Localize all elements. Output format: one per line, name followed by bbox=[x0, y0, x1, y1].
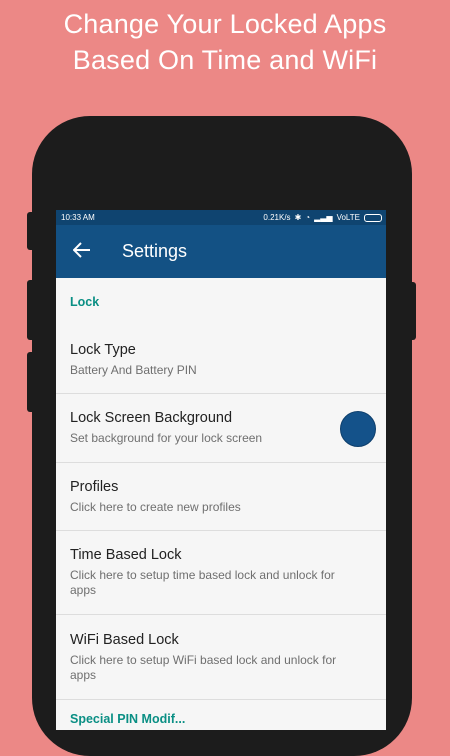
status-bar: 10:33 AM 0.21K/s ✱ ◔ ▂▃▅ VoLTE bbox=[56, 210, 386, 225]
promo-headline: Change Your Locked Apps Based On Time an… bbox=[0, 6, 450, 78]
app-bar: Settings bbox=[56, 225, 386, 278]
phone-side-button bbox=[27, 280, 35, 340]
item-subtitle: Set background for your lock screen bbox=[70, 431, 263, 445]
settings-item-lock-screen-background[interactable]: Lock Screen Background Set background fo… bbox=[56, 394, 386, 463]
settings-item-lock-type[interactable]: Lock Type Battery And Battery PIN bbox=[56, 326, 386, 394]
settings-item-profiles[interactable]: Profiles Click here to create new profil… bbox=[56, 463, 386, 531]
phone-screen: 10:33 AM 0.21K/s ✱ ◔ ▂▃▅ VoLTE Settings … bbox=[56, 210, 386, 730]
settings-item-wifi-based-lock[interactable]: WiFi Based Lock Click here to setup WiFi… bbox=[56, 615, 386, 700]
item-title: Lock Type bbox=[70, 341, 136, 358]
color-swatch[interactable] bbox=[340, 411, 376, 447]
item-title: Lock Screen Background bbox=[70, 410, 233, 426]
settings-list: Lock Lock Type Battery And Battery PIN L… bbox=[56, 278, 386, 730]
network-type: VoLTE bbox=[336, 213, 360, 222]
promo-line-2: Based On Time and WiFi bbox=[72, 45, 378, 75]
bluetooth-icon: ✱ bbox=[294, 213, 302, 222]
promo-line-1: Change Your Locked Apps bbox=[63, 9, 387, 39]
category-lock-header: Lock bbox=[70, 295, 100, 309]
item-subtitle: Battery And Battery PIN bbox=[70, 362, 197, 377]
category-special-pin-header: Special PIN Modif... bbox=[70, 712, 186, 726]
signal-icon: ▂▃▅ bbox=[314, 213, 333, 222]
item-subtitle: Click here to setup time based lock and … bbox=[70, 568, 335, 597]
battery-icon bbox=[364, 213, 382, 222]
item-title: Profiles bbox=[70, 478, 119, 495]
phone-side-button bbox=[27, 212, 35, 250]
phone-side-button bbox=[408, 282, 416, 340]
phone-side-button bbox=[27, 352, 35, 412]
arrow-left-icon[interactable] bbox=[56, 241, 108, 262]
item-title: WiFi Based Lock bbox=[70, 631, 179, 648]
status-icons: 0.21K/s ✱ ◔ ▂▃▅ VoLTE bbox=[263, 213, 382, 222]
settings-item-time-based-lock[interactable]: Time Based Lock Click here to setup time… bbox=[56, 531, 386, 615]
item-subtitle: Click here to create new profiles bbox=[70, 499, 241, 514]
page-title: Settings bbox=[122, 241, 188, 261]
item-title: Time Based Lock bbox=[70, 547, 182, 563]
wifi-icon: ◔ bbox=[305, 213, 311, 222]
item-subtitle: Click here to setup WiFi based lock and … bbox=[70, 652, 337, 682]
network-speed: 0.21K/s bbox=[263, 213, 291, 222]
status-time: 10:33 AM bbox=[61, 213, 95, 222]
